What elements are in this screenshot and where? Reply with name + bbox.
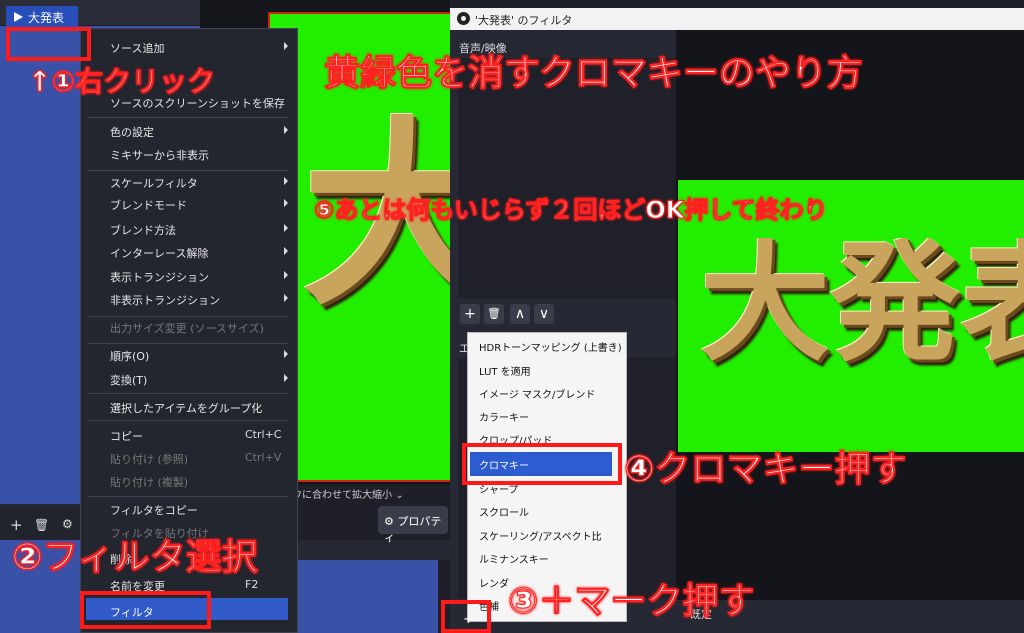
source-item-label: 大発表 (28, 11, 65, 25)
submenu-arrow-icon (284, 224, 288, 232)
context-menu-separator (88, 170, 288, 171)
context-menu-item[interactable]: 選択したアイテムをグループ化 (110, 400, 262, 416)
context-menu-item[interactable]: 色の設定 (110, 124, 154, 140)
context-menu-item[interactable]: 非表示トランジション (110, 292, 220, 308)
context-menu-item[interactable]: 順序(O) (110, 348, 149, 364)
gear-icon: ⚙ (384, 515, 394, 528)
context-menu-item[interactable]: ミキサーから非表示 (110, 147, 209, 163)
obs-logo-icon (457, 12, 470, 25)
context-menu-item[interactable]: ソース追加 (110, 40, 164, 56)
properties-button[interactable]: ⚙ プロパティ (378, 506, 448, 544)
source-item-daihappyo[interactable]: 大発表 (6, 6, 78, 28)
annotation-step2: ②フィルタ選択 (12, 537, 259, 579)
annotation-step1: ↑①右クリック (27, 65, 216, 99)
add-filter-menu-item[interactable]: HDRトーンマッピング (上書き) (479, 339, 622, 354)
annotation-box-plus (441, 600, 491, 633)
annotation-step5: ⑤あとは何もいじらず２回ほどOK押して終わり (314, 196, 829, 225)
submenu-arrow-icon (284, 271, 288, 279)
context-menu-item[interactable]: コピー (110, 428, 143, 444)
submenu-arrow-icon (284, 294, 288, 302)
play-icon (14, 12, 23, 22)
annotation-headline: 黄緑色を消すクロマキーのやり方 (324, 53, 864, 95)
scale-select-label: ドウに合わせて拡大縮小 (282, 490, 392, 501)
move-down-button[interactable]: ∨ (534, 304, 554, 324)
filter-window-title: '大発表' のフィルタ (475, 14, 573, 27)
move-up-button[interactable]: ∧ (510, 304, 530, 324)
context-menu-separator (88, 343, 288, 344)
add-filter-menu-item[interactable]: カラーキー (479, 409, 529, 424)
annotation-step3: ③＋マーク押す (507, 581, 755, 623)
context-menu-separator (88, 496, 288, 497)
add-filter-menu-item[interactable]: イメージ マスク/ブレンド (479, 386, 595, 401)
scale-select[interactable]: ドウに合わせて拡大縮小 ⌄ (282, 484, 418, 501)
context-menu-item[interactable]: 表示トランジション (110, 269, 209, 285)
add-filter-menu-item[interactable]: スケーリング/アスペクト比 (479, 528, 602, 543)
delete-filter-button[interactable]: 🗑 (484, 304, 504, 324)
annotation-box-source (6, 27, 91, 61)
add-filter-menu-item[interactable]: LUT を適用 (479, 363, 531, 378)
context-menu-item[interactable]: 変換(T) (110, 372, 147, 388)
submenu-arrow-icon (284, 350, 288, 358)
submenu-arrow-icon (284, 126, 288, 134)
submenu-arrow-icon (284, 374, 288, 382)
context-menu-separator (88, 420, 288, 421)
chevron-down-icon: ⌄ (395, 490, 404, 501)
context-menu-separator (88, 316, 288, 317)
context-menu-shortcut: Ctrl+C (245, 428, 282, 441)
context-menu-item[interactable]: フィルタをコピー (110, 502, 198, 518)
context-menu-separator (88, 117, 288, 118)
context-menu-separator (88, 393, 288, 394)
context-menu-item[interactable]: 出力サイズ変更 (ソースサイズ) (110, 320, 264, 336)
submenu-arrow-icon (284, 177, 288, 185)
context-menu-item[interactable]: 貼り付け (複製) (110, 474, 188, 490)
submenu-arrow-icon (284, 247, 288, 255)
annotation-box-chroma (462, 443, 622, 485)
context-menu-item[interactable]: ブレンド方法 (110, 222, 176, 238)
add-filter-menu-item[interactable]: ルミナンスキー (479, 551, 549, 566)
add-filter-button[interactable]: + (460, 304, 480, 324)
context-menu-item[interactable]: インターレース解除 (110, 245, 208, 261)
annotation-step4: ④クロマキー押す (623, 449, 907, 491)
annotation-box-filter (80, 591, 211, 629)
submenu-arrow-icon (284, 199, 288, 207)
add-filter-menu-item[interactable]: スクロール (479, 504, 529, 519)
add-filter-menu-item[interactable]: レンダ (479, 575, 509, 590)
context-menu-item[interactable]: 貼り付け (参照) (110, 451, 188, 467)
context-menu-item[interactable]: ブレンドモード (110, 197, 187, 213)
submenu-arrow-icon (284, 42, 288, 50)
context-menu-item[interactable]: スケールフィルタ (110, 175, 198, 191)
context-menu-shortcut: Ctrl+V (245, 451, 282, 464)
filter-preview-text: 大発表 (700, 238, 1024, 368)
